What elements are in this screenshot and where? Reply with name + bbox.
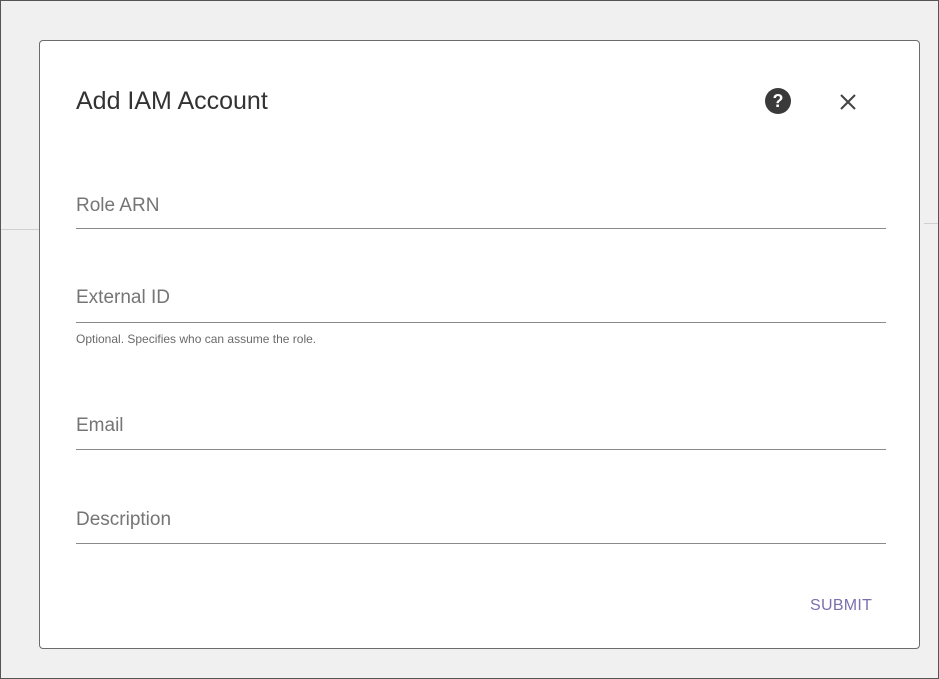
- close-icon[interactable]: [836, 90, 860, 114]
- background-divider-right: [924, 223, 938, 224]
- email-field[interactable]: Email: [76, 409, 886, 451]
- question-circle-icon[interactable]: ?: [765, 88, 791, 114]
- email-placeholder: Email: [76, 415, 124, 436]
- external-id-field[interactable]: External ID Optional. Specifies who can …: [76, 281, 886, 361]
- description-underline: [76, 543, 886, 544]
- external-id-underline: [76, 322, 886, 323]
- role-arn-underline: [76, 228, 886, 229]
- dialog-title: Add IAM Account: [76, 87, 268, 115]
- description-placeholder: Description: [76, 509, 172, 530]
- submit-button[interactable]: SUBMIT: [810, 597, 872, 615]
- add-iam-account-dialog: Add IAM Account ? Role ARN External ID O…: [39, 40, 920, 649]
- help-icon-glyph: ?: [772, 91, 784, 111]
- external-id-helper-text: Optional. Specifies who can assume the r…: [76, 332, 317, 346]
- role-arn-field[interactable]: Role ARN: [76, 189, 886, 231]
- external-id-placeholder: External ID: [76, 287, 170, 308]
- email-underline: [76, 449, 886, 450]
- description-field[interactable]: Description: [76, 503, 886, 545]
- role-arn-placeholder: Role ARN: [76, 195, 160, 216]
